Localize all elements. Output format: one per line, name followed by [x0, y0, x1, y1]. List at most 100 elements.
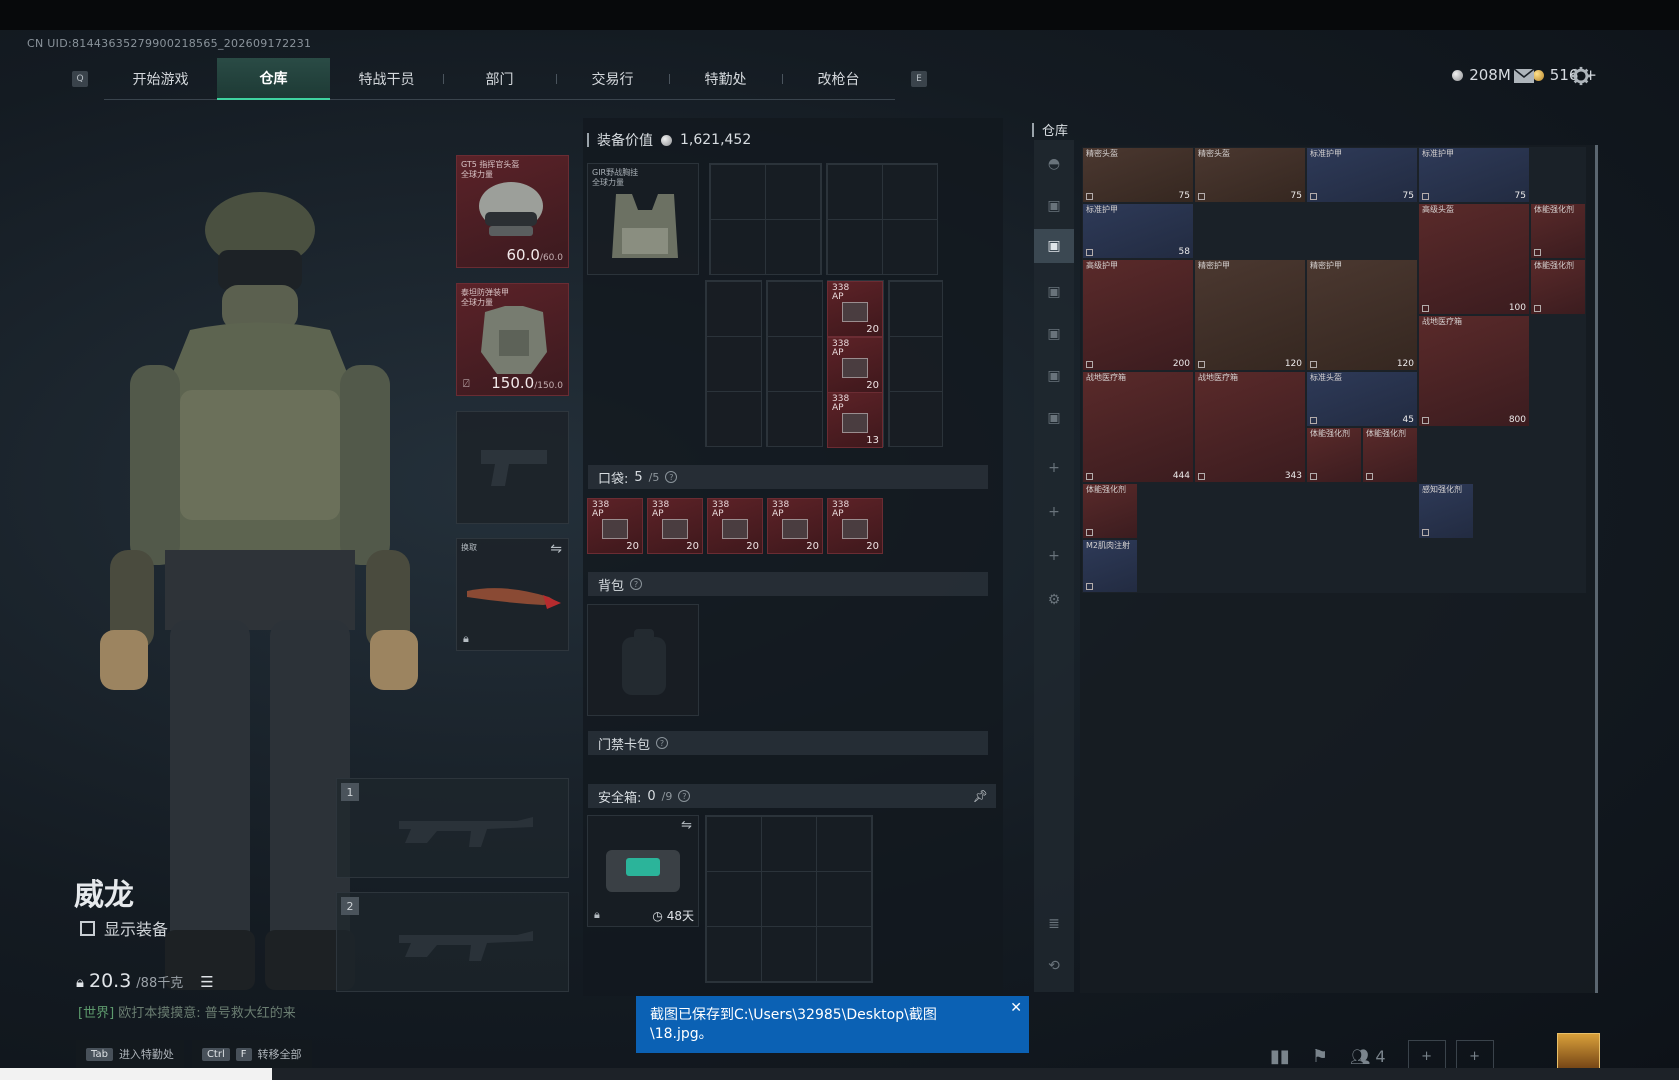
ammo-box-icon [722, 519, 748, 539]
warehouse-item[interactable]: 精密护甲 120 [1306, 259, 1418, 371]
add-storage-icon[interactable]: + [1044, 458, 1064, 478]
safebox-help-icon[interactable]: ? [678, 790, 691, 802]
safebox-grid[interactable] [705, 815, 873, 983]
pin-icon[interactable]: 📌︎ [973, 789, 988, 803]
primary-weapon-slot[interactable]: 1 [336, 778, 569, 878]
backpack-slot[interactable] [587, 604, 699, 716]
ammo-box-icon [842, 302, 868, 322]
layers-icon[interactable]: ≣ [1044, 914, 1064, 934]
armor-slot[interactable]: 泰坦防弹装甲 全球力量 ⍁ 150.0/150.0 [456, 283, 569, 396]
weight-detail-icon[interactable]: ☰ [200, 973, 213, 991]
warehouse-box-1-icon[interactable]: ▣ [1044, 196, 1064, 216]
add-storage-2-icon[interactable]: + [1044, 502, 1064, 522]
transfer-all-hint[interactable]: Ctrl F 转移全部 [191, 1040, 312, 1068]
window-top-bar [0, 0, 1679, 30]
warehouse-settings-icon[interactable]: ⚙︎ [1044, 590, 1064, 610]
rig-grid-4[interactable] [766, 280, 823, 447]
item-lock-icon [1198, 361, 1205, 368]
rig-ammo-1[interactable]: 338 AP 20 [827, 281, 883, 337]
warehouse-item[interactable]: 体能强化剂 [1530, 203, 1586, 259]
rig-grid-6[interactable] [888, 280, 943, 447]
tab-warehouse[interactable]: 仓库 [217, 58, 330, 100]
warehouse-item[interactable]: 体能强化剂 [1082, 483, 1138, 539]
warehouse-item[interactable]: 战地医疗箱 444 [1082, 371, 1194, 483]
chest-rig-slot[interactable]: GIR野战胸挂 全球力量 [587, 163, 699, 275]
warehouse-item[interactable]: 战地医疗箱 800 [1418, 315, 1530, 427]
show-equipment-toggle[interactable]: 显示装备 [80, 916, 168, 940]
backpack-help-icon[interactable]: ? [630, 578, 643, 590]
item-lock-icon [1534, 305, 1541, 312]
pistol-slot[interactable] [456, 411, 569, 524]
warehouse-sidebar: ◓ ▣ ▣ ▣ ▣ ▣ ▣ + + + ⚙︎ ≣ ⟲ [1034, 140, 1074, 992]
rig-grid-1[interactable] [709, 163, 822, 275]
enter-special-ops-hint[interactable]: Tab 进入特勤处 [76, 1040, 184, 1068]
melee-slot[interactable]: 换取 ⇋ 🔒︎ [456, 538, 569, 651]
enter-special-ops-label: 进入特勤处 [118, 1048, 174, 1061]
rig-ammo-3[interactable]: 338 AP 13 [827, 392, 883, 448]
warehouse-box-3-icon[interactable]: ▣ [1044, 366, 1064, 386]
toast-close-icon[interactable]: ✕ [1010, 999, 1022, 1018]
tab-trade[interactable]: 交易行 [556, 58, 669, 100]
tab-operators[interactable]: 特战干员 [330, 58, 443, 100]
warehouse-box-5-icon[interactable]: ▣ [1044, 324, 1064, 344]
warehouse-box-6-icon[interactable]: ▣ [1044, 408, 1064, 428]
rig-grid-3[interactable] [705, 280, 762, 447]
recycle-icon[interactable]: ⟲ [1044, 956, 1064, 976]
pocket-ammo-1[interactable]: 338 AP 20 [587, 498, 643, 554]
pocket-ammo-4[interactable]: 338 AP 20 [767, 498, 823, 554]
warehouse-item[interactable]: 高级护甲 200 [1082, 259, 1194, 371]
mail-icon[interactable] [1513, 66, 1535, 86]
warehouse-item[interactable]: 精密头盔 75 [1194, 147, 1306, 203]
keycard-help-icon[interactable]: ? [656, 737, 669, 749]
pocket-ammo-5[interactable]: 338 AP 20 [827, 498, 883, 554]
warehouse-box-4-icon[interactable]: ▣ [1034, 229, 1074, 263]
swap-icon[interactable]: ⇋ [550, 541, 562, 557]
item-lock-icon [1086, 249, 1093, 256]
tab-start-game[interactable]: 开始游戏 [104, 58, 217, 100]
ammo-box-icon [842, 413, 868, 433]
warehouse-item[interactable]: 体能强化剂 [1530, 259, 1586, 315]
warehouse-item[interactable]: 标准头盔 45 [1306, 371, 1418, 427]
warehouse-item[interactable]: 标准护甲 75 [1418, 147, 1530, 203]
item-count: 75 [1290, 191, 1302, 201]
safebox-swap-icon[interactable]: ⇋ [681, 818, 692, 833]
secondary-weapon-slot[interactable]: 2 [336, 892, 569, 992]
nav-next-key[interactable]: E [911, 71, 927, 87]
player-avatar[interactable] [1557, 1033, 1600, 1073]
warehouse-item[interactable]: M2肌肉注射 [1082, 539, 1138, 593]
warehouse-item[interactable]: 感知强化剂 [1418, 483, 1474, 539]
item-label: 精密头盔 [1086, 149, 1118, 158]
flag-icon[interactable]: ⚑ [1312, 1046, 1328, 1067]
world-chat-line[interactable]: [世界] 欧打本摸摸意: 普号救大红的来 [78, 1002, 296, 1021]
warehouse-item[interactable]: 战地医疗箱 343 [1194, 371, 1306, 483]
stats-icon[interactable]: ▮▮ [1270, 1046, 1290, 1067]
warehouse-item[interactable]: 标准护甲 58 [1082, 203, 1194, 259]
pocket-ammo-3[interactable]: 338 AP 20 [707, 498, 763, 554]
warehouse-item[interactable]: 体能强化剂 [1306, 427, 1362, 483]
warehouse-item[interactable]: 高级头盔 100 [1418, 203, 1530, 315]
warehouse-helmet-filter-icon[interactable]: ◓ [1044, 154, 1064, 174]
helmet-slot[interactable]: GT5 指挥官头盔 全球力量 60.0/60.0 [456, 155, 569, 268]
warehouse-item[interactable]: 标准护甲 75 [1306, 147, 1418, 203]
team-icon[interactable]: 👥︎ 4 [1350, 1047, 1386, 1066]
warehouse-item[interactable]: 体能强化剂 [1362, 427, 1418, 483]
rig-grid-2[interactable] [826, 163, 938, 275]
add-storage-3-icon[interactable]: + [1044, 546, 1064, 566]
pocket-ammo-2[interactable]: 338 AP 20 [647, 498, 703, 554]
tab-gunsmith[interactable]: 改枪台 [782, 58, 895, 100]
safebox-slot[interactable]: ⇋ 🔒︎ ◷ 48天 [587, 815, 699, 927]
tab-special-ops[interactable]: 特勤处 [669, 58, 782, 100]
warehouse-box-2-icon[interactable]: ▣ [1044, 282, 1064, 302]
pocket-help-icon[interactable]: ? [665, 471, 678, 483]
tab-department[interactable]: 部门 [443, 58, 556, 100]
settings-gear-icon[interactable] [1570, 66, 1592, 86]
warehouse-item[interactable]: 精密头盔 75 [1082, 147, 1194, 203]
item-lock-icon [1310, 417, 1317, 424]
item-lock-icon [1198, 473, 1205, 480]
warehouse-item[interactable]: 精密护甲 120 [1194, 259, 1306, 371]
nav-prev-key[interactable]: Q [72, 71, 88, 87]
rifle-icon [399, 817, 533, 847]
equipment-value-amount: 1,621,452 [680, 132, 752, 148]
show-equipment-checkbox[interactable] [80, 920, 95, 936]
rig-ammo-2[interactable]: 338 AP 20 [827, 337, 883, 393]
